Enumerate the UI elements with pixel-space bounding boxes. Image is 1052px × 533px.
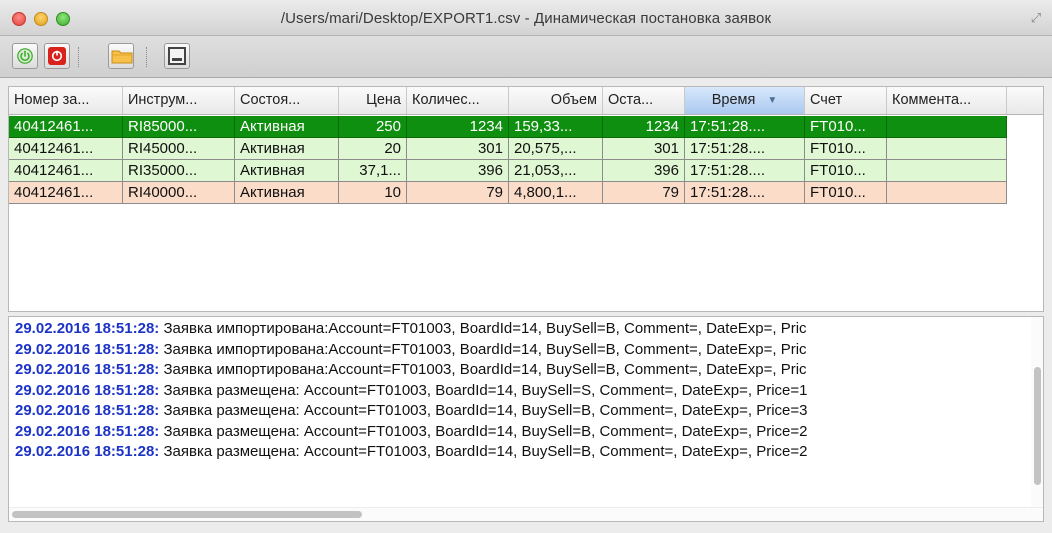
column-header-quantity[interactable]: Количес... [407,87,509,114]
cell-volume: 159,33... [509,116,603,138]
cell-instrument: RI45000... [123,138,235,160]
cell-volume: 20,575,... [509,138,603,160]
power-icon [17,48,33,64]
cell-comment [887,182,1007,204]
column-header-instrument[interactable]: Инструм... [123,87,235,114]
cell-remainder: 79 [603,182,685,204]
toolbar [0,36,1052,78]
open-file-button[interactable] [108,43,134,69]
cell-order-number: 40412461... [9,160,123,182]
cell-volume: 4,800,1... [509,182,603,204]
start-button[interactable] [12,43,38,69]
log-vertical-scrollbar[interactable] [1031,317,1043,509]
cell-account: FT010... [805,138,887,160]
cell-account: FT010... [805,160,887,182]
cell-state: Активная [235,160,339,182]
cell-comment [887,138,1007,160]
cell-account: FT010... [805,116,887,138]
cell-quantity: 301 [407,138,509,160]
log-message: Заявка размещена: Account=FT01003, Board… [159,381,808,399]
cell-volume: 21,053,... [509,160,603,182]
cell-instrument: RI35000... [123,160,235,182]
log-message: Заявка размещена: Account=FT01003, Board… [159,443,808,460]
cell-order-number: 40412461... [9,182,123,204]
cell-time: 17:51:28.... [685,160,805,182]
cell-price: 10 [339,182,407,204]
cell-state: Активная [235,116,339,138]
fullscreen-icon[interactable]: ⤢ [1028,10,1044,26]
column-header-account[interactable]: Счет [805,87,887,114]
cell-quantity: 396 [407,160,509,182]
column-header-time[interactable]: Время ▼ [685,87,805,114]
column-header-volume[interactable]: Объем [509,87,603,114]
log-line: 29.02.2016 18:51:28: Заявка импортирован… [15,340,807,360]
log-line: 29.02.2016 18:51:28: Заявка импортирован… [15,319,807,339]
log-timestamp: 29.02.2016 18:51:28: [15,340,160,358]
window-toggle-button[interactable] [164,43,190,69]
folder-icon [111,50,133,64]
sort-descending-icon: ▼ [767,95,778,106]
log-timestamp: 29.02.2016 18:51:28: [15,381,160,399]
toolbar-separator [78,47,79,67]
cell-order-number: 40412461... [9,116,123,138]
title-bar: /Users/mari/Desktop/EXPORT1.csv - Динами… [0,0,1052,36]
log-message: Заявка размещена: Account=FT01003, Board… [159,402,808,419]
cell-time: 17:51:28.... [685,116,805,138]
cell-remainder: 1234 [603,116,685,138]
window-icon [168,47,186,65]
log-message: Заявка импортирована:Account=FT01003, Bo… [159,340,807,358]
column-header-order-number[interactable]: Номер за... [9,87,123,114]
log-timestamp: 29.02.2016 18:51:28: [15,422,160,440]
stop-icon [48,47,66,65]
table-row[interactable]: 40412461... RI85000... Активная 250 1234 159,… [9,116,1007,138]
cell-time: 17:51:28.... [685,182,805,204]
cell-quantity: 1234 [407,116,509,138]
table-row[interactable]: 40412461... RI40000... Активная 10 79 4,800,1… [9,182,1007,204]
cell-comment [887,160,1007,182]
cell-state: Активная [235,138,339,160]
cell-remainder: 301 [603,138,685,160]
column-header-time-label: Время [711,92,756,108]
table-row[interactable]: 40412461... RI45000... Активная 20 301 20,575… [9,138,1007,160]
log-timestamp: 29.02.2016 18:51:28: [15,443,160,460]
log-line: 29.02.2016 18:51:28: Заявка импортирован… [15,360,807,380]
toolbar-separator [146,47,147,67]
log-line: 29.02.2016 18:51:28: Заявка размещена: A… [15,401,808,421]
log-timestamp: 29.02.2016 18:51:28: [15,361,160,378]
cell-state: Активная [235,182,339,204]
cell-price: 20 [339,138,407,160]
stop-button[interactable] [44,43,70,69]
column-header-comment[interactable]: Коммента... [887,87,1007,114]
log-line: 29.02.2016 18:51:28: Заявка размещена: A… [15,422,808,442]
log-message: Заявка импортирована:Account=FT01003, Bo… [159,320,807,337]
log-message: Заявка импортирована:Account=FT01003, Bo… [159,361,807,378]
log-line: 29.02.2016 18:51:28: Заявка размещена: A… [15,442,808,462]
column-header-state[interactable]: Состоя... [235,87,339,114]
cell-order-number: 40412461... [9,138,123,160]
cell-comment [887,116,1007,138]
cell-price: 37,1... [339,160,407,182]
cell-time: 17:51:28.... [685,138,805,160]
log-horizontal-scroll-thumb[interactable] [12,511,362,518]
log-message: Заявка размещена: Account=FT01003, Board… [159,422,808,440]
log-timestamp: 29.02.2016 18:51:28: [15,402,160,419]
cell-instrument: RI40000... [123,182,235,204]
log-horizontal-scrollbar[interactable] [9,507,1043,521]
orders-table[interactable]: Номер за... Инструм... Состоя... Цена Ко… [8,86,1044,312]
cell-quantity: 79 [407,182,509,204]
cell-account: FT010... [805,182,887,204]
table-header: Номер за... Инструм... Состоя... Цена Ко… [9,87,1043,115]
log-timestamp: 29.02.2016 18:51:28: [15,320,160,337]
log-line: 29.02.2016 18:51:28: Заявка размещена: A… [15,381,808,401]
window-title: /Users/mari/Desktop/EXPORT1.csv - Динами… [280,10,772,27]
log-panel[interactable]: 29.02.2016 18:51:28: Заявка импортирован… [8,316,1044,522]
column-header-price[interactable]: Цена [339,87,407,114]
cell-remainder: 396 [603,160,685,182]
table-row[interactable]: 40412461... RI35000... Активная 37,1... 396 2… [9,160,1007,182]
cell-instrument: RI85000... [123,116,235,138]
log-vertical-scroll-thumb[interactable] [1034,367,1041,485]
cell-price: 250 [339,116,407,138]
column-header-remainder[interactable]: Оста... [603,87,685,114]
